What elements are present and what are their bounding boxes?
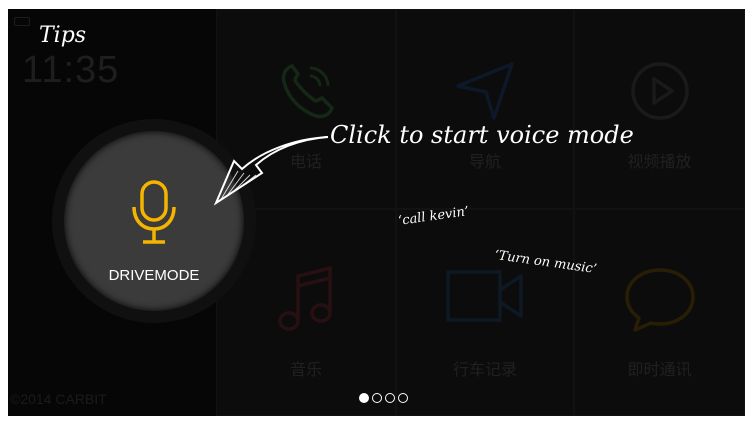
- app-screen: 电话 导航 视频播放 音乐 行车记录 即时通讯 11:35 ©2014 CARB…: [8, 9, 745, 416]
- page-dot-1[interactable]: [359, 393, 369, 403]
- tips-title: Tips: [39, 23, 87, 48]
- page-dot-2[interactable]: [372, 393, 382, 403]
- microphone-icon: [129, 179, 179, 251]
- page-dot-3[interactable]: [385, 393, 395, 403]
- hint-arrow-icon: [213, 136, 329, 206]
- voice-mode-hint: Click to start voice mode: [330, 121, 634, 149]
- drive-mode-label: DRIVEMODE: [108, 267, 200, 284]
- page-indicator: [359, 393, 408, 403]
- page-dot-4[interactable]: [398, 393, 408, 403]
